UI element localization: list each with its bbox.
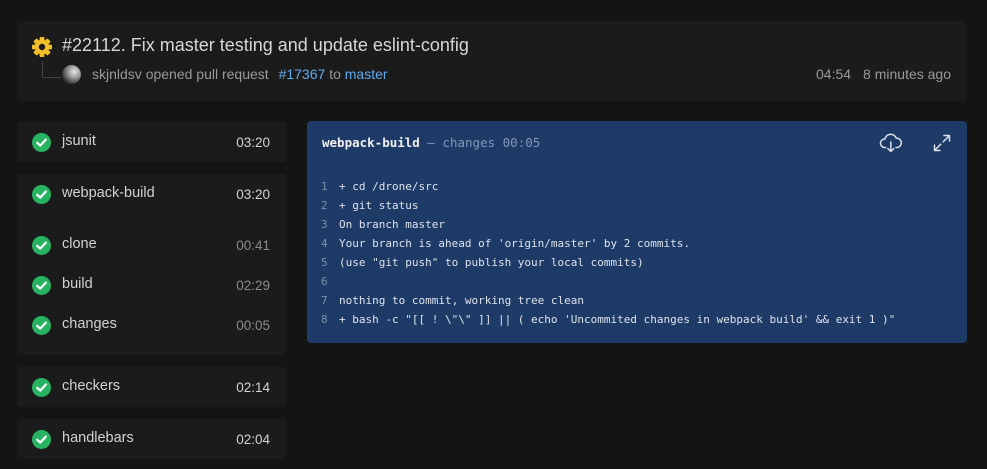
log-line: 5 (use "git push" to publish your local c… xyxy=(321,253,895,272)
step-duration: 02:29 xyxy=(236,278,270,293)
log-job-name: webpack-build xyxy=(322,135,420,150)
log-lines: 1 + cd /drone/src 2 + git status 3 On branc… xyxy=(321,177,895,329)
build-time: 04:54 8 minutes ago xyxy=(816,66,951,82)
stage-header-jsunit[interactable]: jsunit 03:20 xyxy=(17,122,286,162)
stage-duration: 02:04 xyxy=(236,432,270,447)
log-duration: 00:05 xyxy=(502,135,541,150)
stage-duration: 03:20 xyxy=(236,187,270,202)
line-text: On branch master xyxy=(339,218,445,231)
step-name: changes xyxy=(62,316,117,332)
line-text: + cd /drone/src xyxy=(339,180,439,193)
avatar xyxy=(62,65,81,84)
check-icon xyxy=(32,185,51,204)
build-meta: skjnldsv opened pull request #17367 to m… xyxy=(92,66,388,82)
step-clone[interactable]: clone 00:41 xyxy=(17,225,286,265)
stage-name: handlebars xyxy=(62,430,134,446)
branch-link[interactable]: master xyxy=(345,66,388,82)
line-number: 4 xyxy=(321,237,328,250)
gear-icon xyxy=(31,36,53,58)
check-icon xyxy=(32,276,51,295)
line-number: 8 xyxy=(321,313,328,326)
stage-duration: 02:14 xyxy=(236,380,270,395)
log-line: 1 + cd /drone/src xyxy=(321,177,895,196)
line-text: nothing to commit, working tree clean xyxy=(339,294,585,307)
build-time-ago: 8 minutes ago xyxy=(863,66,951,82)
check-icon xyxy=(32,236,51,255)
log-line: 7 nothing to commit, working tree clean xyxy=(321,291,895,310)
action-text: opened pull request xyxy=(145,66,269,82)
step-duration: 00:05 xyxy=(236,318,270,333)
line-number: 2 xyxy=(321,199,328,212)
stage-header-handlebars[interactable]: handlebars 02:04 xyxy=(17,419,286,459)
line-number: 7 xyxy=(321,294,328,307)
build-header: #22112. Fix master testing and update es… xyxy=(17,21,966,101)
cloud-download-icon[interactable] xyxy=(878,130,904,156)
pr-link[interactable]: #17367 xyxy=(279,66,326,82)
step-changes[interactable]: changes 00:05 xyxy=(17,305,286,345)
stage-duration: 03:20 xyxy=(236,135,270,150)
log-panel: webpack-build — changes 00:05 1 + cd /dro… xyxy=(307,121,967,343)
line-text: + bash -c "[[ ! \"\" ]] || ( echo 'Uncom… xyxy=(339,313,896,326)
stage-checkers[interactable]: checkers 02:14 xyxy=(17,367,286,407)
stage-handlebars[interactable]: handlebars 02:04 xyxy=(17,419,286,459)
expand-icon[interactable] xyxy=(929,130,955,156)
log-line: 6 xyxy=(321,272,895,291)
log-step-name: changes xyxy=(442,135,496,150)
check-icon xyxy=(32,316,51,335)
line-text: + git status xyxy=(339,199,419,212)
step-duration: 00:41 xyxy=(236,238,270,253)
log-line: 2 + git status xyxy=(321,196,895,215)
step-name: clone xyxy=(62,236,97,252)
stage-name: webpack-build xyxy=(62,185,155,201)
log-separator: — xyxy=(427,135,435,150)
step-build[interactable]: build 02:29 xyxy=(17,265,286,305)
check-icon xyxy=(32,378,51,397)
check-icon xyxy=(32,133,51,152)
stage-header-webpack-build[interactable]: webpack-build 03:20 xyxy=(17,174,286,214)
line-number: 6 xyxy=(321,275,328,288)
tree-connector xyxy=(42,61,61,78)
log-header: webpack-build — changes 00:05 xyxy=(322,135,540,150)
author-name: skjnldsv xyxy=(92,66,142,82)
build-title: #22112. Fix master testing and update es… xyxy=(62,35,469,55)
stage-jsunit[interactable]: jsunit 03:20 xyxy=(17,122,286,162)
stage-header-checkers[interactable]: checkers 02:14 xyxy=(17,367,286,407)
line-text: Your branch is ahead of 'origin/master' … xyxy=(339,237,690,250)
line-text: (use "git push" to publish your local co… xyxy=(339,256,644,269)
line-number: 5 xyxy=(321,256,328,269)
stage-name: jsunit xyxy=(62,133,96,149)
line-number: 1 xyxy=(321,180,328,193)
stage-webpack-build: webpack-build 03:20 clone 00:41 build 02… xyxy=(17,174,286,355)
to-text: to xyxy=(329,66,341,82)
line-number: 3 xyxy=(321,218,328,231)
log-line: 4 Your branch is ahead of 'origin/master'… xyxy=(321,234,895,253)
check-icon xyxy=(32,430,51,449)
step-name: build xyxy=(62,276,93,292)
stage-name: checkers xyxy=(62,378,121,394)
log-line: 8 + bash -c "[[ ! \"\" ]] || ( echo 'Unco… xyxy=(321,310,895,329)
build-duration: 04:54 xyxy=(816,66,852,82)
log-line: 3 On branch master xyxy=(321,215,895,234)
